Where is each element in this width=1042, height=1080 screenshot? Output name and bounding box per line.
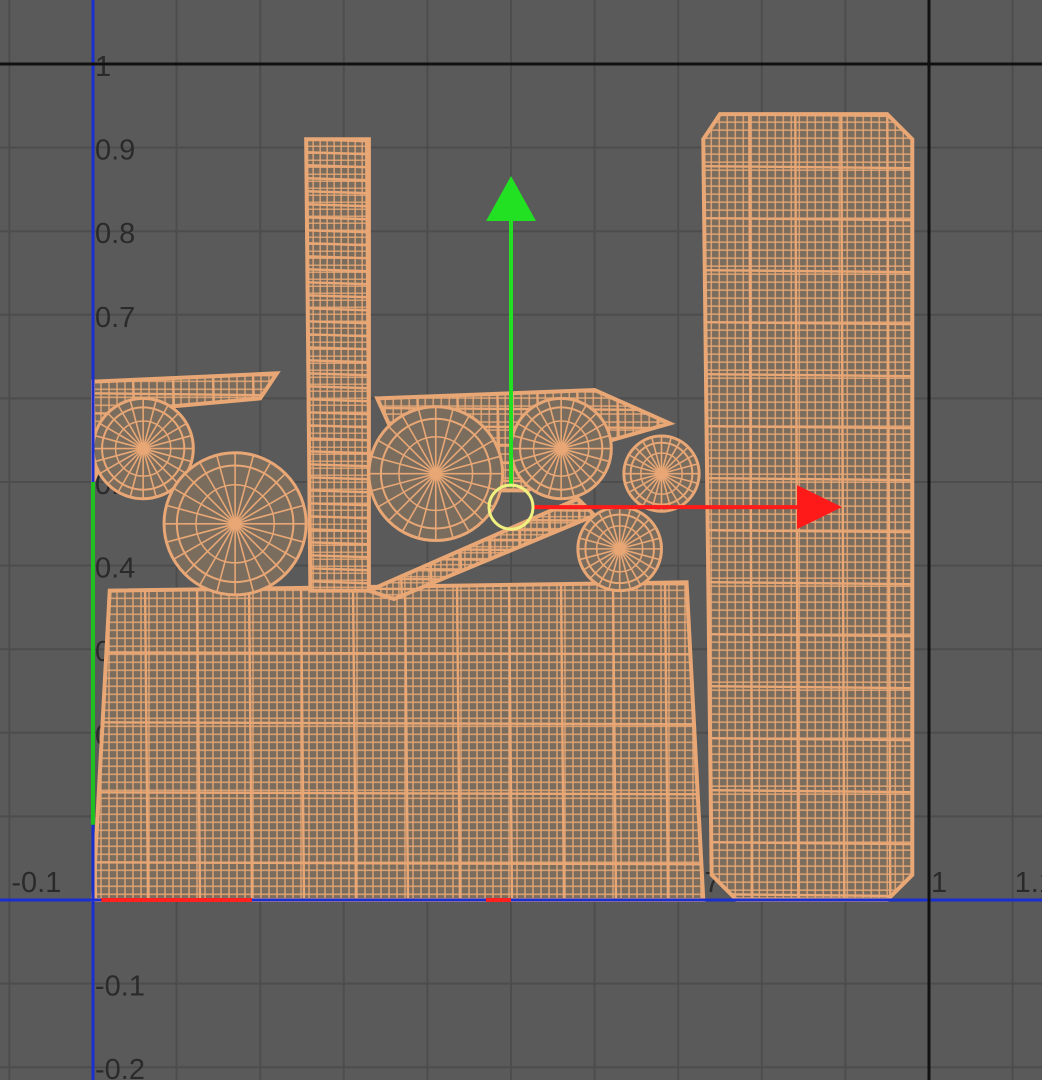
uv-shell-wheel[interactable] [367,405,505,543]
v-tick-label: 0.8 [95,218,135,250]
uv-seam [368,547,595,552]
v-tick-label: 0.4 [95,553,135,585]
uv-editor-viewport[interactable]: -0.100.10.20.30.40.50.60.70.80.911.1-0.2… [0,0,1042,1080]
move-v-arrow-icon[interactable] [486,176,536,222]
v-tick-label: -0.1 [95,971,145,1003]
uv-shell-wheel[interactable] [576,505,663,593]
uv-shell-base-block[interactable] [90,580,706,902]
uv-shell-wheel[interactable] [622,434,701,513]
uv-canvas[interactable]: -0.100.10.20.30.40.50.60.70.80.911.1-0.2… [0,0,1042,1080]
v-tick-label: 0.7 [95,302,135,334]
v-tick-label: -0.2 [95,1054,145,1080]
uv-shell-tall-bar[interactable] [304,137,371,593]
v-tick-label: 0.9 [95,135,135,167]
u-tick-label: -0.1 [11,867,61,899]
uv-shell-wheel[interactable] [509,396,613,501]
uv-shell-wheel[interactable] [162,451,308,597]
uv-seam [368,567,595,572]
u-tick-label: 1 [931,867,947,899]
v-tick-label: 1 [95,51,111,83]
u-tick-label: 1.1 [1015,867,1042,899]
